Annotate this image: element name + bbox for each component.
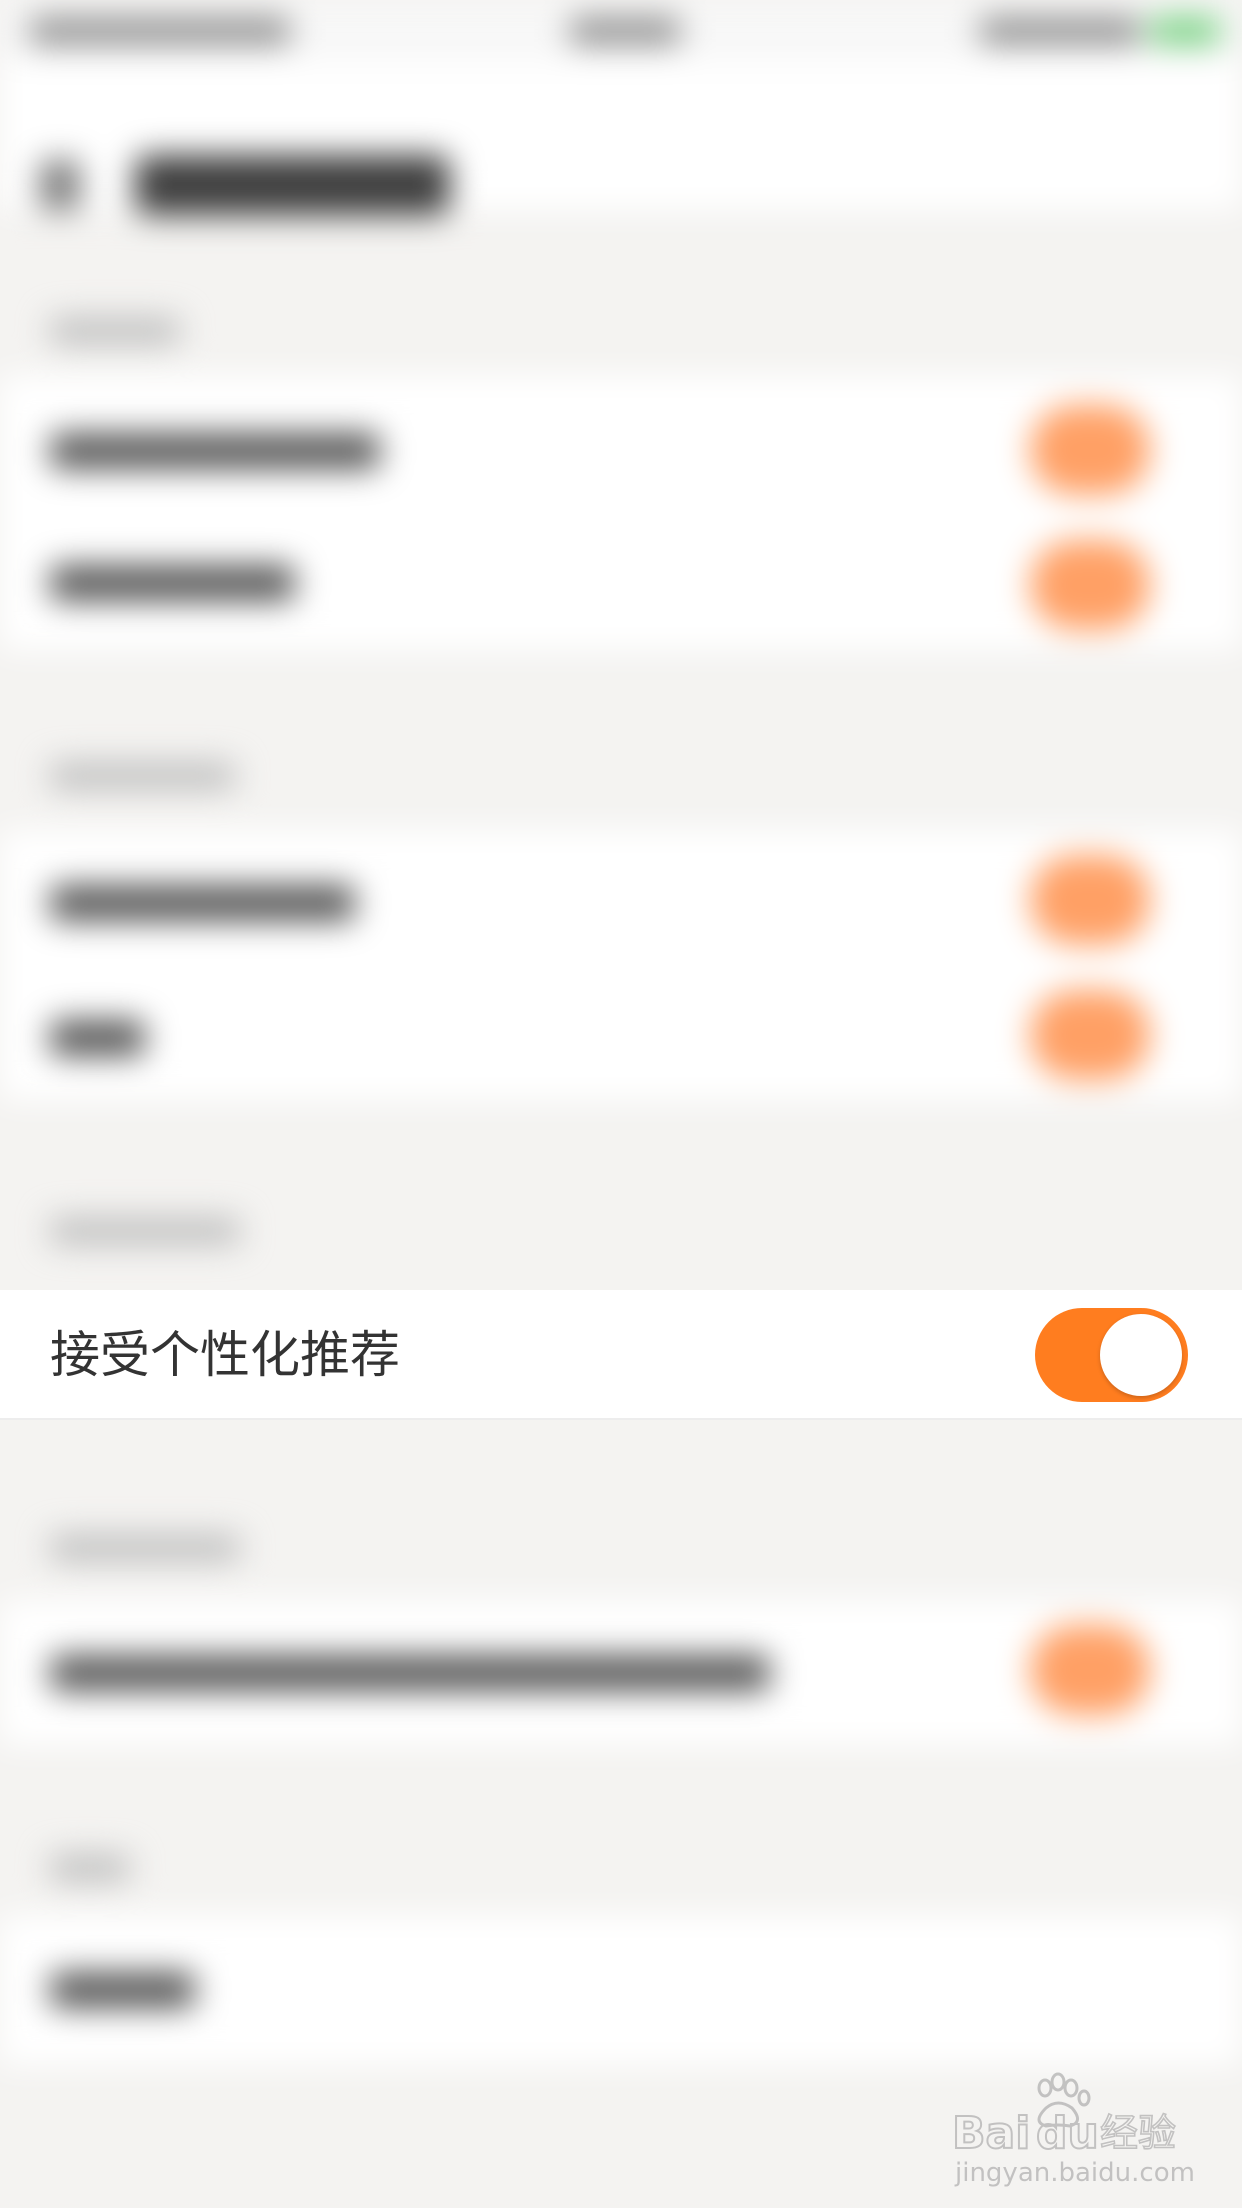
watermark-url: jingyan.baidu.com	[955, 2158, 1195, 2188]
section-header	[50, 1855, 130, 1881]
toggle-switch[interactable]	[1030, 540, 1150, 630]
setting-label	[50, 885, 355, 921]
personalized-recommendation-row: 接受个性化推荐	[0, 1290, 1242, 1420]
setting-label	[50, 1972, 195, 2008]
svg-text:du: du	[1036, 2108, 1099, 2159]
back-arrow-icon[interactable]	[40, 160, 80, 210]
svg-text:Bai: Bai	[952, 2108, 1030, 2159]
personalized-recommendation-toggle[interactable]	[1035, 1308, 1188, 1402]
personalized-recommendation-label: 接受个性化推荐	[50, 1326, 400, 1384]
baidu-jingyan-logo: Bai du 经验	[951, 2072, 1177, 2160]
svg-text:经验: 经验	[1100, 2111, 1176, 2155]
navigation-bar	[0, 60, 1242, 215]
toggle-switch[interactable]	[1030, 1625, 1150, 1715]
toggle-switch[interactable]	[1030, 405, 1150, 495]
baidu-jingyan-watermark: Bai du 经验 jingyan.baidu.com	[950, 2070, 1195, 2190]
setting-label	[50, 433, 380, 469]
status-bar-time	[570, 18, 680, 44]
toggle-knob	[1100, 1314, 1182, 1396]
section-header	[50, 1535, 240, 1561]
blurred-background	[0, 0, 1242, 2208]
setting-label	[50, 1655, 770, 1691]
page-title	[135, 155, 450, 215]
setting-label	[50, 565, 295, 601]
toggle-switch[interactable]	[1030, 855, 1150, 945]
battery-icon	[1150, 18, 1220, 44]
section-header	[50, 318, 180, 344]
status-bar	[0, 0, 1242, 60]
setting-label	[50, 1020, 145, 1056]
toggle-switch[interactable]	[1030, 990, 1150, 1080]
section-header	[50, 763, 235, 789]
section-header	[50, 1218, 240, 1244]
status-bar-indicators	[980, 18, 1140, 44]
status-bar-carrier	[30, 18, 290, 44]
